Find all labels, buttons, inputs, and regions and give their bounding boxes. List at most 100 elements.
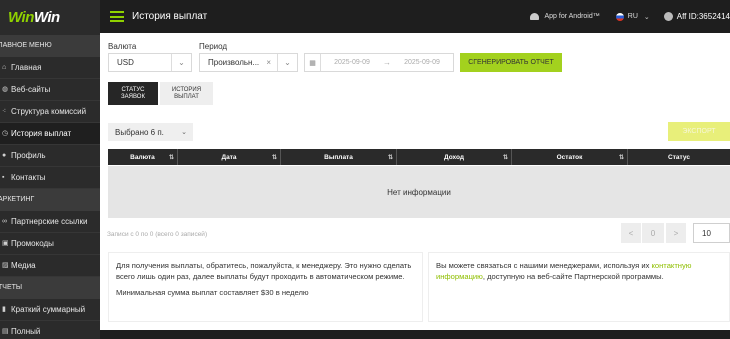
sidebar-item-label: История выплат [11, 129, 72, 138]
sidebar: Win Win ЛАВНОЕ МЕНЮ ⌂ Главная ◍ Веб-сайты ⁖… [0, 0, 100, 339]
globe-icon: ◍ [2, 85, 9, 93]
sidebar-item-label: Контакты [11, 173, 46, 182]
contacts-icon: ▪ [2, 173, 5, 181]
sidebar-item-partner-links[interactable]: ∞ Партнерские ссылки [0, 211, 100, 233]
column-header-date[interactable]: Дата ⇅ [178, 149, 281, 165]
currency-value: USD [117, 58, 134, 67]
tab-label-line2: ЗАЯВОК [121, 93, 145, 100]
sidebar-item-commission[interactable]: ⁖ Структура комиссий [0, 101, 100, 123]
chevron-down-icon: ⌄ [171, 54, 191, 71]
sort-icon: ⇅ [618, 154, 624, 161]
bottom-bar [100, 330, 730, 339]
chevron-down-icon: ⌄ [643, 13, 650, 21]
sidebar-item-websites[interactable]: ◍ Веб-сайты [0, 79, 100, 101]
export-button[interactable]: ЭКСПОРТ [668, 122, 730, 141]
period-label: Период [199, 42, 228, 51]
sidebar-item-label: Структура комиссий [11, 107, 87, 116]
sidebar-item-profile[interactable]: ● Профиль [0, 145, 100, 167]
sidebar-item-label: Краткий суммарный [11, 305, 86, 314]
structure-icon: ⁖ [2, 107, 7, 115]
currency-label: Валюта [108, 42, 137, 51]
per-page-select[interactable]: 10 [693, 223, 730, 243]
sort-icon: ⇅ [387, 154, 393, 161]
sort-icon: ⇅ [168, 154, 174, 161]
language-selector[interactable]: RU ⌄ [615, 12, 650, 21]
next-page-button[interactable]: > [666, 223, 686, 243]
contact-info-text: Вы можете связаться с нашими менеджерами… [436, 261, 692, 281]
clear-icon[interactable]: × [260, 58, 277, 67]
records-info: Записи с 0 по 0 (всего 0 записей) [107, 231, 208, 238]
column-header-balance[interactable]: Остаток ⇅ [512, 149, 628, 165]
logo-text-part2: Win [33, 9, 60, 26]
period-value: Произвольн... [208, 58, 260, 67]
payout-info-box: Для получения выплаты, обратитесь, пожал… [108, 252, 423, 322]
period-select[interactable]: Произвольн... × ⌄ [199, 53, 298, 72]
column-header-income[interactable]: Доход ⇅ [397, 149, 512, 165]
column-header-payout[interactable]: Выплата ⇅ [281, 149, 397, 165]
date-range-picker[interactable]: ▦ 2025-09-09 → 2025-09-09 [304, 53, 454, 72]
sidebar-item-label: Веб-сайты [11, 85, 51, 94]
tab-payout-history[interactable]: ИСТОРИЯ ВЫПЛАТ [160, 82, 213, 105]
sidebar-item-label: Медиа [11, 261, 36, 270]
min-payout-text: Минимальная сумма выплат составляет $30 … [116, 288, 309, 297]
tab-label-line1: СТАТУС [121, 86, 145, 93]
sidebar-item-full-report[interactable]: ▤ Полный [0, 321, 100, 339]
logo-text-part1: Win [8, 9, 34, 26]
sidebar-item-home[interactable]: ⌂ Главная [0, 57, 100, 79]
chart-icon: ▮ [2, 305, 6, 313]
section-header-marketing: АРКЕТИНГ [0, 189, 100, 211]
user-icon [663, 12, 673, 21]
section-header-reports: ТЧЕТЫ [0, 277, 100, 299]
user-icon: ● [2, 151, 7, 159]
empty-table-message: Нет информации [108, 166, 730, 218]
prev-page-button[interactable]: < [621, 223, 641, 243]
sidebar-item-label: Главная [11, 63, 42, 72]
sidebar-item-promocodes[interactable]: ▣ Промокоды [0, 233, 100, 255]
status-filter-value: Выбрано 6 п. [115, 127, 164, 137]
column-header-currency[interactable]: Валюта ⇅ [108, 149, 178, 165]
date-from-field[interactable]: 2025-09-09 [321, 59, 383, 66]
sidebar-item-short-report[interactable]: ▮ Краткий суммарный [0, 299, 100, 321]
section-header-main: ЛАВНОЕ МЕНЮ [0, 35, 100, 57]
android-app-link[interactable]: App for Android™ [529, 13, 600, 20]
menu-icon[interactable] [110, 11, 124, 22]
tag-icon: ▣ [2, 239, 9, 247]
payout-info-text: Для получения выплаты, обратитесь, пожал… [116, 261, 412, 281]
sidebar-item-label: Полный [11, 327, 41, 336]
history-icon: ◷ [2, 129, 9, 137]
sidebar-item-media[interactable]: ▨ Медиа [0, 255, 100, 277]
tab-label-line1: ИСТОРИЯ [171, 86, 202, 93]
sidebar-item-label: Промокоды [11, 239, 54, 248]
status-filter-dropdown[interactable]: Выбрано 6 п. ⌄ [108, 123, 193, 141]
language-label: RU [627, 13, 638, 20]
chevron-down-icon: ⌄ [277, 54, 297, 71]
contact-info-box: Вы можете связаться с нашими менеджерами… [428, 252, 730, 322]
arrow-right-icon: → [383, 58, 391, 67]
column-header-status[interactable]: Статус [628, 149, 730, 165]
sidebar-item-contacts[interactable]: ▪ Контакты [0, 167, 100, 189]
top-bar: История выплат App for Android™ RU ⌄ Aff… [100, 0, 730, 33]
currency-select[interactable]: USD ⌄ [108, 53, 192, 72]
date-to-field[interactable]: 2025-09-09 [391, 59, 453, 66]
sidebar-item-label: Профиль [11, 151, 46, 160]
brand-logo[interactable]: Win Win [0, 0, 100, 35]
chevron-down-icon: ⌄ [181, 129, 187, 136]
link-icon: ∞ [2, 217, 7, 225]
table-header: Валюта ⇅ Дата ⇅ Выплата ⇅ Доход ⇅ Остаток ⇅ С… [108, 149, 730, 165]
affiliate-id: Aff ID:3652414 [676, 12, 730, 21]
current-page: 0 [642, 223, 664, 243]
generate-report-button[interactable]: СГЕНЕРИРОВАТЬ ОТЧЕТ [460, 53, 562, 72]
report-icon: ▤ [2, 327, 9, 335]
sort-icon: ⇅ [502, 154, 508, 161]
android-app-label: App for Android™ [544, 13, 600, 20]
home-icon: ⌂ [2, 63, 7, 71]
tab-label-line2: ВЫПЛАТ [174, 93, 199, 100]
affiliate-account[interactable]: Aff ID:3652414 [663, 12, 730, 21]
android-icon [529, 13, 539, 20]
sidebar-item-label: Партнерские ссылки [11, 217, 88, 226]
image-icon: ▨ [2, 261, 9, 269]
sidebar-item-payout-history[interactable]: ◷ История выплат [0, 123, 100, 145]
tab-request-status[interactable]: СТАТУС ЗАЯВОК [108, 82, 158, 105]
calendar-icon: ▦ [305, 54, 321, 71]
page-title: История выплат [132, 11, 208, 22]
